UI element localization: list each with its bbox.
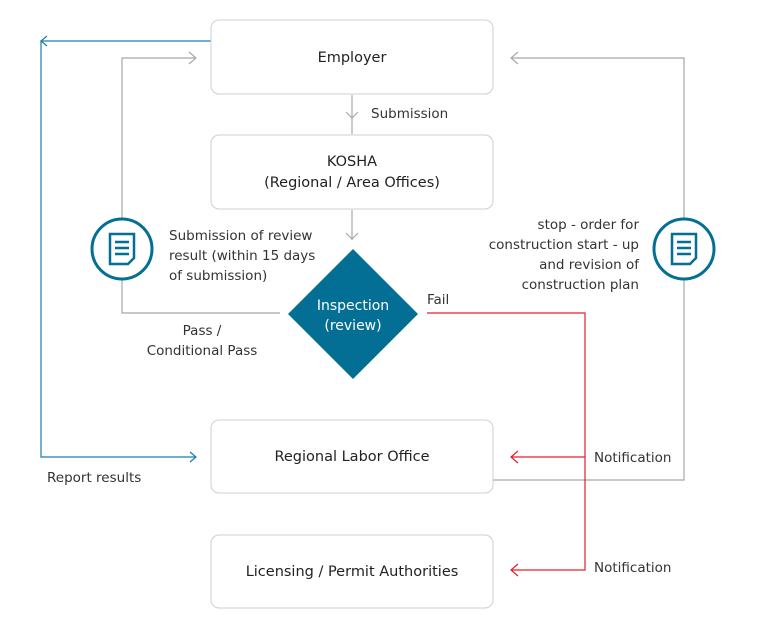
review-result-label-1: Submission of review [169,228,312,244]
stop-order-label-1: stop - order for [538,217,640,233]
stop-order-label-2: construction start - up [489,237,639,253]
review-result-label-2: result (within 15 days [169,248,315,264]
stop-order-label-3: and revision of [539,257,640,273]
kosha-label: KOSHA [327,154,377,170]
document-icon [652,217,716,281]
submission-label: Submission [371,106,448,122]
stop-order-label-4: construction plan [522,277,639,293]
pass-label-1: Pass / [183,323,222,339]
document-icon [90,217,154,281]
employer-node: Employer [210,19,494,95]
licensing-label: Licensing / Permit Authorities [246,564,459,580]
licensing-node: Licensing / Permit Authorities [210,534,494,609]
notification-label-2: Notification [594,560,671,576]
regional-labor-label: Regional Labor Office [274,449,429,465]
kosha-sublabel: (Regional / Area Offices) [264,175,440,191]
inspection-label: Inspection [317,298,389,314]
review-result-label-3: of submission) [169,268,267,284]
flow-diagram: Employer KOSHA (Regional / Area Offices)… [40,19,716,609]
kosha-node: KOSHA (Regional / Area Offices) [210,134,494,210]
inspection-decision: Inspection (review) [288,249,418,379]
regional-labor-node: Regional Labor Office [210,419,494,494]
pass-label-2: Conditional Pass [147,343,258,359]
inspection-sublabel: (review) [324,318,381,334]
employer-label: Employer [318,50,387,66]
fail-label: Fail [427,292,449,308]
notification-label-1: Notification [594,450,671,466]
report-results-label: Report results [47,470,141,486]
